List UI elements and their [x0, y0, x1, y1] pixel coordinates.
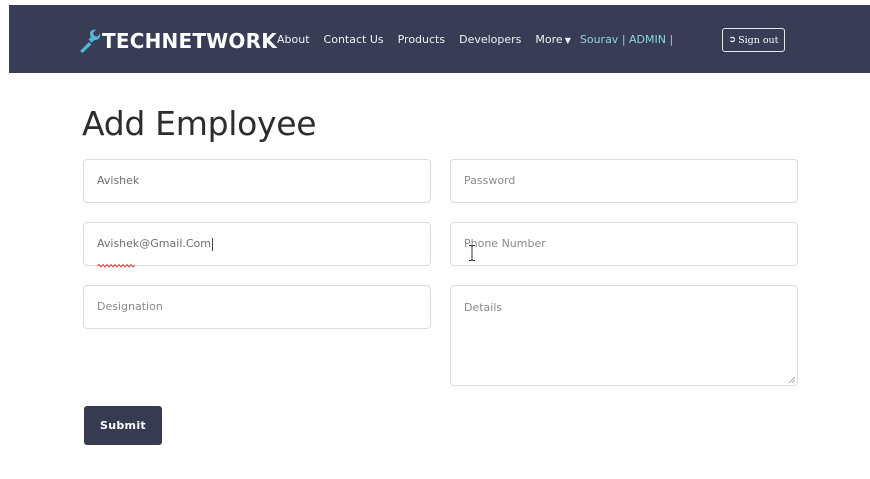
details-textarea[interactable]: Details: [450, 285, 798, 386]
nav-more-dropdown[interactable]: More ▼: [535, 31, 570, 50]
nav-link-developers[interactable]: Developers: [459, 31, 521, 49]
nav-link-about[interactable]: About: [277, 31, 310, 49]
spellcheck-underline: [97, 264, 135, 268]
brand-logo[interactable]: TECHNETWORK: [76, 26, 277, 56]
text-cursor-icon: [469, 245, 475, 261]
submit-button[interactable]: Submit: [84, 406, 162, 445]
brand-name: TECHNETWORK: [102, 29, 277, 53]
details-placeholder: Details: [464, 301, 503, 314]
nav-menu: About Contact Us Products Developers Mor…: [277, 31, 673, 49]
nav-user-admin[interactable]: Sourav | ADMIN |: [580, 31, 673, 49]
designation-input[interactable]: Designation: [83, 285, 431, 329]
phone-number-placeholder: Phone Number: [464, 237, 546, 250]
name-input-value: Avishek: [97, 174, 140, 187]
nav-more-label: More: [535, 32, 563, 46]
designation-placeholder: Designation: [97, 300, 163, 313]
phone-number-input[interactable]: Phone Number: [450, 222, 798, 266]
nav-link-products[interactable]: Products: [398, 31, 446, 49]
text-caret: [212, 237, 214, 251]
email-input[interactable]: Avishek@Gmail.Com: [83, 222, 431, 268]
email-input-value: Avishek@Gmail.Com: [97, 237, 212, 250]
wrench-icon: [80, 29, 101, 53]
email-input-value-wrap: Avishek@Gmail.Com: [97, 223, 212, 268]
name-input[interactable]: Avishek: [83, 159, 431, 203]
chevron-down-icon: ▼: [564, 35, 571, 45]
page: TECHNETWORK About Contact Us Products De…: [0, 0, 870, 479]
page-title: Add Employee: [82, 104, 317, 143]
sign-out-button[interactable]: ➲ Sign out: [722, 28, 785, 52]
nav-link-contact-us[interactable]: Contact Us: [324, 31, 384, 49]
resize-handle-icon[interactable]: [788, 376, 795, 383]
password-placeholder: Password: [464, 174, 516, 187]
sign-out-icon: ➲: [728, 35, 737, 45]
submit-button-label: Submit: [100, 419, 146, 432]
sign-out-label: Sign out: [738, 34, 779, 46]
password-input[interactable]: Password: [450, 159, 798, 203]
